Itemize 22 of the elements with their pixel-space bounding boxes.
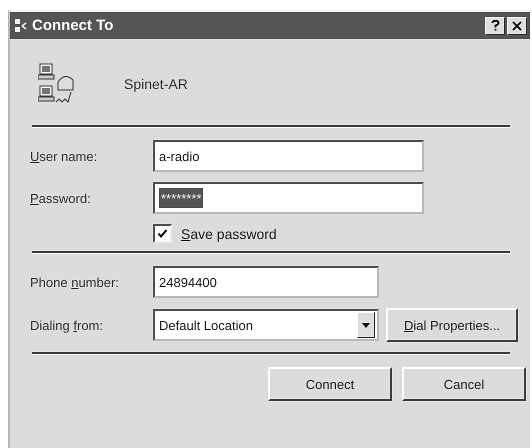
connect-button[interactable]: Connect xyxy=(268,367,392,401)
field-label: User name: xyxy=(30,148,98,164)
username-field[interactable]: a-radio xyxy=(153,140,424,172)
field-label: Dialing from: xyxy=(30,318,104,332)
field-label: Password: xyxy=(30,190,92,206)
save-password-checkbox[interactable] xyxy=(153,224,172,243)
close-button[interactable] xyxy=(507,16,527,34)
computers-phone-icon xyxy=(38,62,76,106)
field-label: Phone number: xyxy=(30,274,120,290)
window-title: Connect To xyxy=(32,17,114,34)
location-dropdown[interactable]: Default Location xyxy=(153,309,379,341)
help-icon xyxy=(490,20,500,31)
checkbox-label[interactable]: Save password xyxy=(181,226,277,242)
close-icon xyxy=(512,20,522,30)
phone-number-field[interactable]: 24894400 xyxy=(153,266,379,298)
network-icon xyxy=(14,18,28,34)
help-button[interactable] xyxy=(485,16,505,34)
connection-name: Spinet-AR xyxy=(124,76,188,92)
password-field[interactable]: ******** xyxy=(153,182,424,214)
cancel-button[interactable]: Cancel xyxy=(402,367,526,401)
dial-properties-button[interactable]: Dial Properties... xyxy=(386,308,518,342)
checkmark-icon xyxy=(157,228,168,239)
